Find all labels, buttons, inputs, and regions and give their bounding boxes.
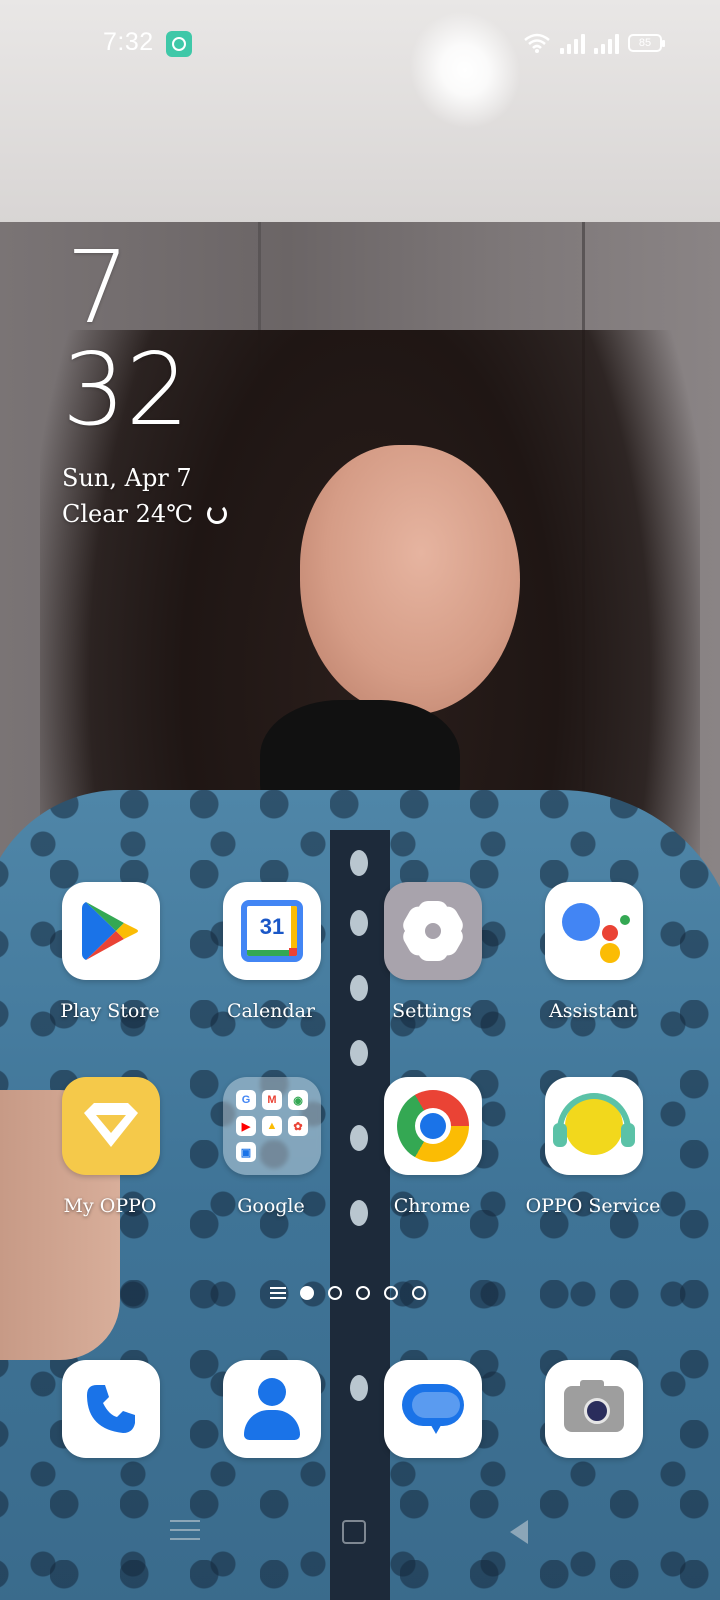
- app-label: Settings: [392, 1000, 472, 1022]
- app-label: Assistant: [549, 1000, 637, 1022]
- app-calendar[interactable]: 31 Calendar: [191, 882, 351, 1032]
- wallpaper-button: [350, 1040, 368, 1066]
- google-assistant-icon: [545, 882, 643, 980]
- settings-gear-icon: [384, 882, 482, 980]
- clock-hour: 7: [66, 229, 130, 346]
- play-store-icon: [62, 882, 160, 980]
- photos-mini-icon: ✿: [288, 1116, 308, 1136]
- app-chrome[interactable]: Chrome: [352, 1077, 512, 1227]
- page-dot[interactable]: [384, 1286, 398, 1300]
- navigation-bar: [0, 1500, 720, 1580]
- messages-icon: [384, 1360, 482, 1458]
- gmail-mini-icon: M: [262, 1090, 282, 1110]
- wallpaper-button: [350, 850, 368, 876]
- weather-row[interactable]: Clear 24℃: [62, 500, 362, 528]
- refresh-icon[interactable]: [207, 504, 228, 524]
- battery-icon: 85: [628, 34, 665, 52]
- back-icon[interactable]: [510, 1520, 540, 1550]
- tv-mini-icon: ▣: [236, 1142, 256, 1162]
- menu-icon[interactable]: [170, 1520, 200, 1550]
- dock-messages[interactable]: [352, 1360, 512, 1510]
- app-label: Play Store: [60, 1000, 160, 1022]
- home-icon[interactable]: [342, 1520, 366, 1544]
- signal-icon: [560, 32, 585, 54]
- youtube-mini-icon: ▶: [236, 1116, 256, 1136]
- app-oppo-service[interactable]: OPPO Service: [513, 1077, 673, 1227]
- status-icons: 85: [523, 32, 665, 54]
- page-dot[interactable]: [412, 1286, 426, 1300]
- google-folder-icon: G M ◉ ▶ ▲ ✿ ▣: [223, 1077, 321, 1175]
- chrome-icon: [384, 1077, 482, 1175]
- app-list-icon[interactable]: [270, 1287, 286, 1299]
- page-dot[interactable]: [328, 1286, 342, 1300]
- weather-text: Clear 24℃: [62, 500, 194, 528]
- page-indicator[interactable]: [270, 1286, 426, 1300]
- app-my-oppo[interactable]: My OPPO: [30, 1077, 190, 1227]
- phone-icon: [62, 1360, 160, 1458]
- dock-camera[interactable]: [513, 1360, 673, 1510]
- app-assistant[interactable]: Assistant: [513, 882, 673, 1032]
- notification-app-icon: [166, 31, 192, 57]
- wifi-icon: [523, 32, 551, 54]
- app-settings[interactable]: Settings: [352, 882, 512, 1032]
- page-dot-active[interactable]: [300, 1286, 314, 1300]
- calendar-date-number: 31: [259, 914, 285, 939]
- status-bar: 7:32 85: [0, 0, 720, 90]
- app-label: Google: [237, 1195, 305, 1217]
- google-search-mini-icon: G: [236, 1090, 256, 1110]
- dock-phone[interactable]: [30, 1360, 190, 1510]
- clock-minute: 32: [62, 331, 190, 448]
- dock-contacts[interactable]: [191, 1360, 351, 1510]
- clock-widget[interactable]: 7 32 Sun, Apr 7 Clear 24℃: [62, 238, 362, 528]
- calendar-icon: 31: [223, 882, 321, 980]
- headset-icon: [545, 1077, 643, 1175]
- app-label: Calendar: [227, 1000, 315, 1022]
- signal-icon: [594, 32, 619, 54]
- app-label: My OPPO: [63, 1195, 157, 1217]
- app-play-store[interactable]: Play Store: [30, 882, 190, 1032]
- page-dot[interactable]: [356, 1286, 370, 1300]
- camera-icon: [545, 1360, 643, 1458]
- status-time: 7:32: [103, 28, 154, 56]
- app-label: Chrome: [393, 1195, 471, 1217]
- maps-mini-icon: ◉: [288, 1090, 308, 1110]
- folder-google[interactable]: G M ◉ ▶ ▲ ✿ ▣ Google: [191, 1077, 351, 1227]
- drive-mini-icon: ▲: [262, 1116, 282, 1136]
- app-label: OPPO Service: [525, 1195, 661, 1217]
- contacts-icon: [223, 1360, 321, 1458]
- my-oppo-diamond-icon: [62, 1077, 160, 1175]
- clock-date: Sun, Apr 7: [62, 464, 192, 492]
